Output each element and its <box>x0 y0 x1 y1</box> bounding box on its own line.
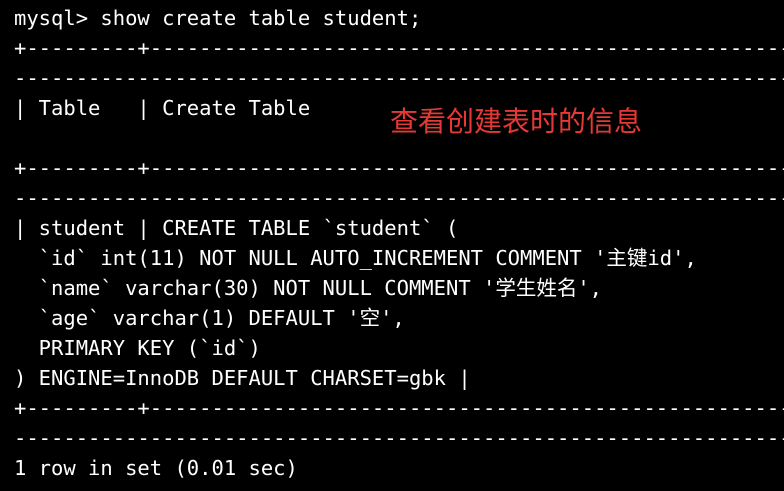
table-border-wrap: ----------------------------------------… <box>14 186 784 210</box>
result-row-line: PRIMARY KEY (`id`) <box>14 336 261 360</box>
result-row-line: `name` varchar(30) NOT NULL COMMENT '学生姓… <box>14 276 603 300</box>
result-row-line: | student | CREATE TABLE `student` ( <box>14 216 459 240</box>
table-border-header: +---------+-----------------------------… <box>14 156 784 180</box>
table-border-wrap: ----------------------------------------… <box>14 66 784 90</box>
table-border-bottom: +---------+-----------------------------… <box>14 396 784 420</box>
table-header-row: | Table | Create Table <box>14 96 311 120</box>
result-row-line: `id` int(11) NOT NULL AUTO_INCREMENT COM… <box>14 246 697 270</box>
table-border-wrap: ----------------------------------------… <box>14 426 784 450</box>
terminal-window[interactable]: mysql> show create table student; +-----… <box>0 0 784 491</box>
table-border-top: +---------+-----------------------------… <box>14 36 784 60</box>
command-line: mysql> show create table student; <box>14 6 422 30</box>
result-summary: 1 row in set (0.01 sec) <box>14 456 298 480</box>
result-row-line: ) ENGINE=InnoDB DEFAULT CHARSET=gbk | <box>14 366 471 390</box>
red-annotation-text: 查看创建表时的信息 <box>390 105 643 138</box>
result-row-line: `age` varchar(1) DEFAULT '空', <box>14 306 405 330</box>
